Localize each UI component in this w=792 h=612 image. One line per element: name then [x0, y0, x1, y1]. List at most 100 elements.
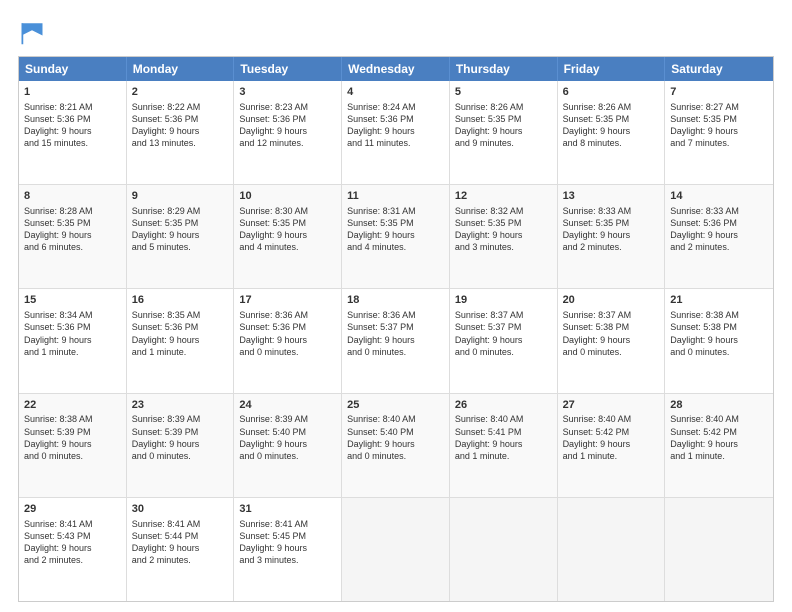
- cell-line-3: and 1 minute.: [132, 346, 229, 358]
- cell-line-3: and 0 minutes.: [563, 346, 660, 358]
- cell-line-2: Daylight: 9 hours: [132, 438, 229, 450]
- weekday-header-tuesday: Tuesday: [234, 57, 342, 81]
- cell-line-1: Sunset: 5:35 PM: [670, 113, 768, 125]
- calendar: SundayMondayTuesdayWednesdayThursdayFrid…: [18, 56, 774, 602]
- cell-line-3: and 0 minutes.: [239, 346, 336, 358]
- day-number: 17: [239, 293, 336, 308]
- cell-line-3: and 1 minute.: [563, 450, 660, 462]
- calendar-row-5: 29Sunrise: 8:41 AMSunset: 5:43 PMDayligh…: [19, 497, 773, 601]
- weekday-header-thursday: Thursday: [450, 57, 558, 81]
- calendar-cell-day-7: 7Sunrise: 8:27 AMSunset: 5:35 PMDaylight…: [665, 81, 773, 184]
- cell-line-2: Daylight: 9 hours: [132, 125, 229, 137]
- weekday-header-saturday: Saturday: [665, 57, 773, 81]
- calendar-cell-day-12: 12Sunrise: 8:32 AMSunset: 5:35 PMDayligh…: [450, 185, 558, 288]
- day-number: 4: [347, 85, 444, 100]
- cell-line-2: Daylight: 9 hours: [24, 438, 121, 450]
- calendar-cell-day-28: 28Sunrise: 8:40 AMSunset: 5:42 PMDayligh…: [665, 394, 773, 497]
- cell-line-2: Daylight: 9 hours: [563, 334, 660, 346]
- calendar-body: 1Sunrise: 8:21 AMSunset: 5:36 PMDaylight…: [19, 81, 773, 601]
- day-number: 13: [563, 189, 660, 204]
- cell-line-0: Sunrise: 8:32 AM: [455, 205, 552, 217]
- cell-line-0: Sunrise: 8:40 AM: [347, 413, 444, 425]
- cell-line-0: Sunrise: 8:38 AM: [670, 309, 768, 321]
- cell-line-2: Daylight: 9 hours: [24, 542, 121, 554]
- day-number: 24: [239, 398, 336, 413]
- cell-line-1: Sunset: 5:37 PM: [347, 321, 444, 333]
- calendar-cell-day-8: 8Sunrise: 8:28 AMSunset: 5:35 PMDaylight…: [19, 185, 127, 288]
- day-number: 31: [239, 502, 336, 517]
- cell-line-0: Sunrise: 8:37 AM: [455, 309, 552, 321]
- cell-line-3: and 0 minutes.: [132, 450, 229, 462]
- calendar-cell-day-4: 4Sunrise: 8:24 AMSunset: 5:36 PMDaylight…: [342, 81, 450, 184]
- cell-line-2: Daylight: 9 hours: [347, 125, 444, 137]
- day-number: 18: [347, 293, 444, 308]
- cell-line-1: Sunset: 5:36 PM: [132, 113, 229, 125]
- cell-line-2: Daylight: 9 hours: [132, 334, 229, 346]
- cell-line-3: and 0 minutes.: [347, 346, 444, 358]
- cell-line-1: Sunset: 5:36 PM: [239, 113, 336, 125]
- cell-line-3: and 5 minutes.: [132, 241, 229, 253]
- calendar-cell-day-9: 9Sunrise: 8:29 AMSunset: 5:35 PMDaylight…: [127, 185, 235, 288]
- cell-line-0: Sunrise: 8:24 AM: [347, 101, 444, 113]
- cell-line-0: Sunrise: 8:39 AM: [132, 413, 229, 425]
- cell-line-3: and 3 minutes.: [455, 241, 552, 253]
- cell-line-0: Sunrise: 8:29 AM: [132, 205, 229, 217]
- cell-line-3: and 0 minutes.: [24, 450, 121, 462]
- cell-line-2: Daylight: 9 hours: [347, 334, 444, 346]
- cell-line-3: and 0 minutes.: [239, 450, 336, 462]
- cell-line-3: and 4 minutes.: [347, 241, 444, 253]
- calendar-cell-empty: [450, 498, 558, 601]
- cell-line-1: Sunset: 5:35 PM: [563, 113, 660, 125]
- calendar-cell-day-14: 14Sunrise: 8:33 AMSunset: 5:36 PMDayligh…: [665, 185, 773, 288]
- cell-line-0: Sunrise: 8:41 AM: [239, 518, 336, 530]
- cell-line-1: Sunset: 5:40 PM: [347, 426, 444, 438]
- calendar-cell-day-13: 13Sunrise: 8:33 AMSunset: 5:35 PMDayligh…: [558, 185, 666, 288]
- cell-line-0: Sunrise: 8:36 AM: [239, 309, 336, 321]
- cell-line-3: and 4 minutes.: [239, 241, 336, 253]
- calendar-row-3: 15Sunrise: 8:34 AMSunset: 5:36 PMDayligh…: [19, 288, 773, 392]
- cell-line-0: Sunrise: 8:26 AM: [563, 101, 660, 113]
- cell-line-3: and 2 minutes.: [563, 241, 660, 253]
- calendar-cell-day-21: 21Sunrise: 8:38 AMSunset: 5:38 PMDayligh…: [665, 289, 773, 392]
- day-number: 20: [563, 293, 660, 308]
- cell-line-0: Sunrise: 8:30 AM: [239, 205, 336, 217]
- cell-line-0: Sunrise: 8:40 AM: [563, 413, 660, 425]
- day-number: 25: [347, 398, 444, 413]
- calendar-cell-day-15: 15Sunrise: 8:34 AMSunset: 5:36 PMDayligh…: [19, 289, 127, 392]
- cell-line-3: and 3 minutes.: [239, 554, 336, 566]
- calendar-cell-day-31: 31Sunrise: 8:41 AMSunset: 5:45 PMDayligh…: [234, 498, 342, 601]
- calendar-cell-day-2: 2Sunrise: 8:22 AMSunset: 5:36 PMDaylight…: [127, 81, 235, 184]
- cell-line-2: Daylight: 9 hours: [563, 125, 660, 137]
- cell-line-2: Daylight: 9 hours: [563, 229, 660, 241]
- cell-line-2: Daylight: 9 hours: [455, 438, 552, 450]
- cell-line-1: Sunset: 5:38 PM: [670, 321, 768, 333]
- calendar-cell-day-22: 22Sunrise: 8:38 AMSunset: 5:39 PMDayligh…: [19, 394, 127, 497]
- cell-line-3: and 1 minute.: [455, 450, 552, 462]
- cell-line-1: Sunset: 5:35 PM: [563, 217, 660, 229]
- cell-line-2: Daylight: 9 hours: [239, 125, 336, 137]
- calendar-row-4: 22Sunrise: 8:38 AMSunset: 5:39 PMDayligh…: [19, 393, 773, 497]
- cell-line-0: Sunrise: 8:40 AM: [455, 413, 552, 425]
- logo: [18, 18, 50, 46]
- day-number: 21: [670, 293, 768, 308]
- cell-line-0: Sunrise: 8:26 AM: [455, 101, 552, 113]
- day-number: 5: [455, 85, 552, 100]
- cell-line-2: Daylight: 9 hours: [132, 542, 229, 554]
- cell-line-3: and 7 minutes.: [670, 137, 768, 149]
- cell-line-0: Sunrise: 8:39 AM: [239, 413, 336, 425]
- day-number: 19: [455, 293, 552, 308]
- cell-line-1: Sunset: 5:38 PM: [563, 321, 660, 333]
- cell-line-0: Sunrise: 8:40 AM: [670, 413, 768, 425]
- cell-line-2: Daylight: 9 hours: [455, 125, 552, 137]
- page: SundayMondayTuesdayWednesdayThursdayFrid…: [0, 0, 792, 612]
- cell-line-1: Sunset: 5:41 PM: [455, 426, 552, 438]
- day-number: 11: [347, 189, 444, 204]
- cell-line-0: Sunrise: 8:36 AM: [347, 309, 444, 321]
- weekday-header-friday: Friday: [558, 57, 666, 81]
- cell-line-2: Daylight: 9 hours: [24, 334, 121, 346]
- cell-line-1: Sunset: 5:37 PM: [455, 321, 552, 333]
- calendar-cell-day-19: 19Sunrise: 8:37 AMSunset: 5:37 PMDayligh…: [450, 289, 558, 392]
- cell-line-0: Sunrise: 8:27 AM: [670, 101, 768, 113]
- calendar-cell-day-18: 18Sunrise: 8:36 AMSunset: 5:37 PMDayligh…: [342, 289, 450, 392]
- day-number: 29: [24, 502, 121, 517]
